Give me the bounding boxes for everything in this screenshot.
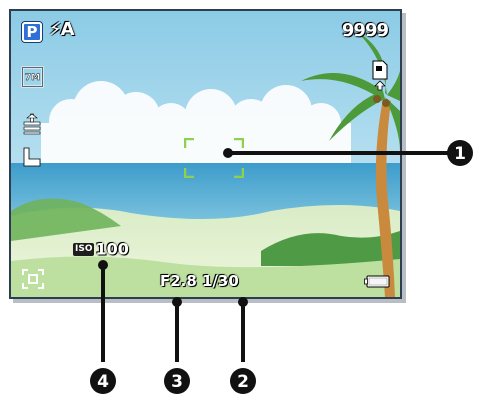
callout-badge-3: 3 xyxy=(164,368,190,394)
callout-badge-1: 1 xyxy=(447,140,473,166)
callout-number-1: 1 xyxy=(454,144,466,164)
callout-badge-4: 4 xyxy=(90,368,116,394)
callout-number-3: 3 xyxy=(171,372,183,392)
callout-badge-2: 2 xyxy=(230,368,256,394)
callout-number-4: 4 xyxy=(97,372,109,392)
callout-number-2: 2 xyxy=(237,372,249,392)
callout-badges: 1 2 3 4 xyxy=(90,140,473,394)
